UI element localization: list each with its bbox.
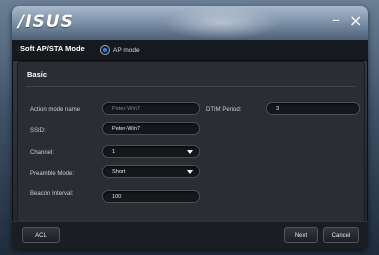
ap-mode-radio[interactable] [100, 45, 110, 55]
dtim-period-field[interactable]: 3 [266, 102, 360, 115]
acl-button[interactable]: ACL [22, 227, 60, 243]
action-mode-name-label: Action mode name [30, 107, 81, 113]
mode-bar: Soft AP/STA Mode AP mode [12, 40, 368, 61]
ssid-field[interactable]: Peter-Win7 [102, 122, 200, 135]
ap-mode-radio-group[interactable]: AP mode [100, 43, 140, 57]
section-divider [26, 86, 356, 87]
minimize-button[interactable]: – [332, 12, 340, 28]
beacon-interval-label: Beacon Interval: [30, 191, 74, 197]
ssid-label: SSID: [30, 128, 46, 134]
section-title-basic: Basic [27, 70, 48, 79]
dtim-period-label: DTIM Period: [206, 107, 242, 113]
preamble-mode-value: Short [112, 169, 126, 175]
channel-value: 1 [112, 149, 116, 155]
next-button[interactable]: Next [284, 227, 318, 243]
action-bar: ACL Next Cancel [12, 221, 368, 249]
action-mode-name-field[interactable]: Peter-Win7 [102, 102, 200, 115]
channel-label: Channel: [30, 150, 55, 156]
close-button[interactable]: × [349, 13, 362, 29]
cancel-button[interactable]: Cancel [323, 227, 359, 243]
channel-select[interactable]: 1 [102, 145, 200, 158]
preamble-mode-label: Preamble Mode: [30, 171, 75, 177]
basic-settings-panel: Basic Action mode name Peter-Win7 DTIM P… [17, 61, 365, 246]
ap-mode-label[interactable]: AP mode [113, 47, 140, 54]
asus-logo-icon: /ISUS [18, 12, 74, 32]
preamble-mode-select[interactable]: Short [102, 165, 200, 178]
chevron-down-icon [187, 170, 193, 174]
mode-title: Soft AP/STA Mode [20, 44, 85, 53]
title-bar: /ISUS – × [12, 6, 368, 40]
beacon-interval-field[interactable]: 100 [102, 190, 200, 203]
app-window: /ISUS – × Soft AP/STA Mode AP mode Basic… [12, 6, 368, 249]
chevron-down-icon [187, 150, 193, 154]
